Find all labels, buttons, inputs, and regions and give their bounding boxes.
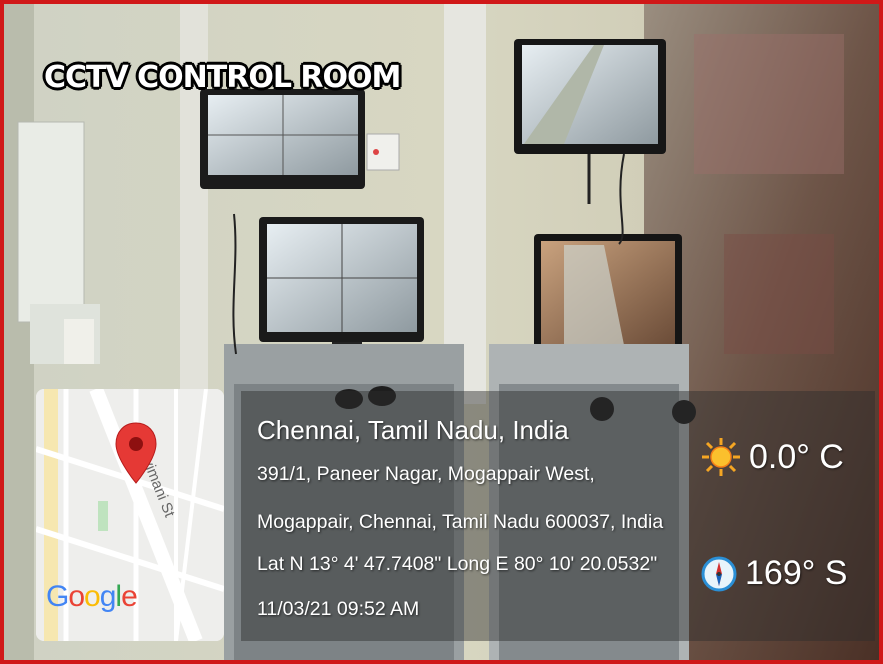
- logo-letter: e: [121, 580, 138, 613]
- logo-letter: g: [99, 580, 117, 613]
- bearing-value: 169° S: [745, 554, 848, 592]
- map-pin-icon: [115, 422, 157, 484]
- logo-letter: o: [68, 580, 85, 613]
- temperature-value: 0.0° C: [749, 437, 844, 476]
- logo-letter: G: [46, 580, 69, 613]
- weather-readout: 0.0° C: [701, 437, 844, 477]
- google-logo: Google: [46, 580, 138, 614]
- photo-frame: CCTV CONTROL ROOM Kavimani St Google Che…: [0, 0, 883, 664]
- location-map[interactable]: Kavimani St Google: [36, 389, 224, 641]
- compass-readout: 169° S: [701, 554, 847, 593]
- place-name: Chennai, Tamil Nadu, India: [257, 415, 569, 445]
- coordinates: Lat N 13° 4' 47.7408" Long E 80° 10' 20.…: [257, 553, 658, 575]
- datetime: 11/03/21 09:52 AM: [257, 598, 420, 620]
- compass-icon: [701, 556, 737, 591]
- address-line-1: 391/1, Paneer Nagar, Mogappair West,: [257, 463, 595, 485]
- logo-letter: o: [84, 580, 101, 613]
- sun-icon: [702, 438, 740, 476]
- overlay-title: CCTV CONTROL ROOM: [44, 60, 401, 95]
- address-line-2: Mogappair, Chennai, Tamil Nadu 600037, I…: [257, 511, 664, 533]
- geotag-info-panel: Chennai, Tamil Nadu, India 391/1, Paneer…: [241, 391, 875, 641]
